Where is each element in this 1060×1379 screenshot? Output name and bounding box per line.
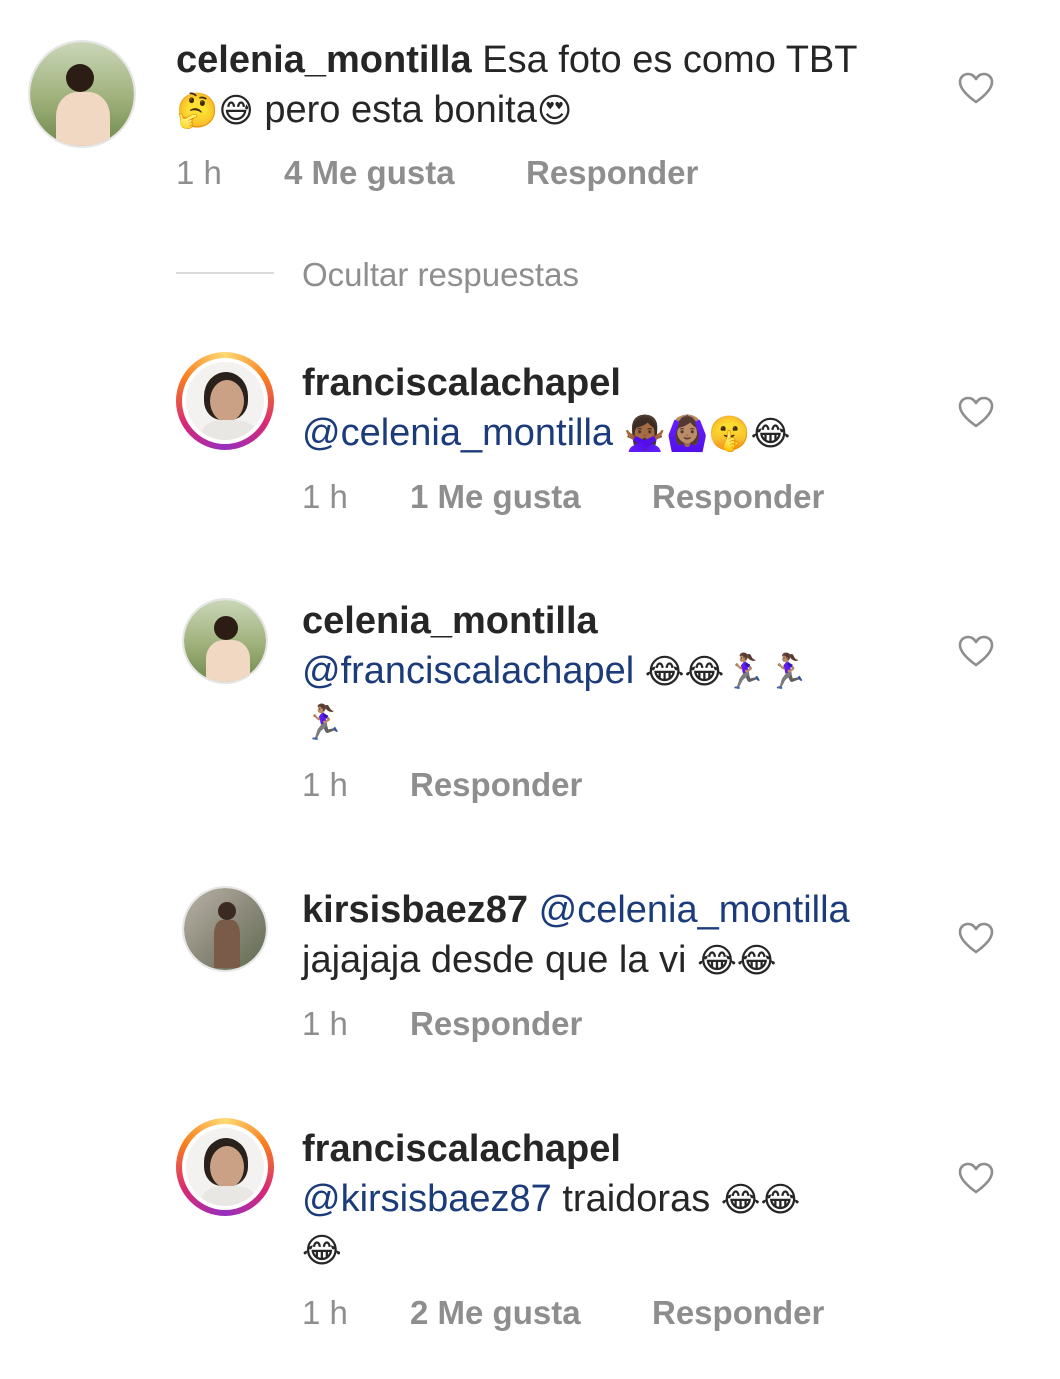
divider [176, 272, 274, 274]
reply-button[interactable]: Responder [410, 1005, 582, 1043]
mention-link[interactable]: @celenia_montilla [539, 889, 850, 931]
avatar[interactable] [176, 352, 274, 450]
timestamp: 1 h [302, 478, 348, 515]
comment-body: jajajaja desde que la vi [302, 939, 687, 981]
reply-button[interactable]: Responder [652, 1294, 824, 1332]
avatar[interactable] [176, 1118, 274, 1216]
avatar[interactable] [28, 40, 136, 148]
comment-body: Esa foto es como TBT [482, 39, 858, 81]
username[interactable]: celenia_montilla [176, 39, 472, 81]
comment-emoji: 🙅🏾‍♀️🙆🏽‍♀️🤫😂 [623, 414, 791, 454]
reply-button[interactable]: Responder [652, 478, 824, 516]
heart-outline-icon[interactable] [958, 72, 994, 104]
comment-text: kirsisbaez87 @celenia_montilla jajajaja … [302, 885, 922, 986]
avatar[interactable] [182, 886, 268, 972]
timestamp: 1 h [302, 766, 348, 803]
comment-emoji: 😂😂🏃🏽‍♀️🏃🏽‍♀️ [644, 652, 809, 692]
username[interactable]: franciscalachapel [302, 362, 621, 404]
reply-button[interactable]: Responder [526, 154, 698, 192]
heart-outline-icon[interactable] [958, 396, 994, 428]
mention-link[interactable]: @franciscalachapel [302, 650, 634, 692]
likes-count[interactable]: 4 Me gusta [284, 154, 455, 192]
comment-emoji: 😂😂 [697, 941, 777, 981]
comment-body: traidoras [562, 1178, 711, 1220]
timestamp: 1 h [302, 1005, 348, 1042]
comment-item: celenia_montilla Esa foto es como TBT 🤔😅… [0, 0, 1060, 230]
comment-text: celenia_montilla Esa foto es como TBT 🤔😅… [176, 35, 936, 136]
username[interactable]: franciscalachapel [302, 1128, 621, 1170]
avatar[interactable] [182, 598, 268, 684]
likes-count[interactable]: 2 Me gusta [410, 1294, 581, 1332]
timestamp: 1 h [176, 154, 222, 191]
username[interactable]: celenia_montilla [302, 600, 598, 642]
mention-link[interactable]: @celenia_montilla [302, 412, 613, 454]
comment-emoji: 😂😂 [720, 1180, 801, 1220]
comment-emoji-2: 😂 [302, 1231, 342, 1271]
comment-emoji: 🤔😅 [176, 91, 254, 131]
reply-button[interactable]: Responder [410, 766, 582, 804]
likes-count[interactable]: 1 Me gusta [410, 478, 581, 516]
comment-text: franciscalachapel @celenia_montilla 🙅🏾‍♀… [302, 358, 922, 459]
comment-text: celenia_montilla @franciscalachapel 😂😂🏃🏽… [302, 596, 922, 748]
mention-link[interactable]: @kirsisbaez87 [302, 1178, 552, 1220]
comment-text: franciscalachapel @kirsisbaez87 traidora… [302, 1124, 922, 1276]
heart-outline-icon[interactable] [958, 922, 994, 954]
comment-body-2: pero esta bonita [264, 89, 537, 131]
comment-emoji-2: 😍 [536, 91, 573, 131]
username[interactable]: kirsisbaez87 [302, 889, 528, 931]
comment-emoji-2: 🏃🏽‍♀️ [302, 703, 345, 743]
hide-replies-button[interactable]: Ocultar respuestas [302, 256, 579, 294]
timestamp: 1 h [302, 1294, 348, 1331]
heart-outline-icon[interactable] [958, 1162, 994, 1194]
heart-outline-icon[interactable] [958, 635, 994, 667]
